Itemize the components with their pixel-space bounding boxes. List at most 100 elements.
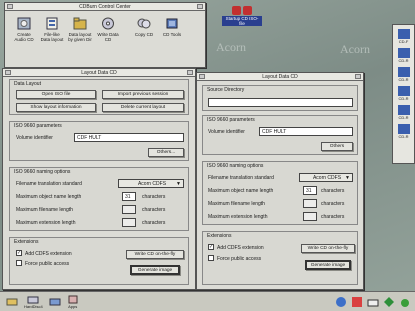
chevron-down-icon: ▼ — [345, 174, 350, 181]
extension-length-label: Maximum extension length — [208, 214, 268, 220]
characters-unit-label: characters — [142, 194, 166, 200]
filename-length-label: Maximum filename length — [208, 201, 265, 207]
tool-label: Write Data CD — [97, 32, 119, 42]
cd-drive-icon[interactable] — [397, 29, 410, 39]
extension-length-input[interactable] — [122, 218, 136, 227]
tool-cd-tools[interactable]: CD Tools — [159, 17, 185, 42]
printer-icon[interactable] — [367, 296, 379, 308]
iso-file-label: Startup CD ISO-file — [222, 16, 262, 26]
write-on-the-fly-button[interactable]: Write CD on-the-fly — [301, 244, 355, 253]
task-manager-icon[interactable] — [383, 296, 395, 308]
harddisc-icon — [27, 296, 39, 303]
force-public-label: Force public access — [25, 261, 70, 267]
iso-file-desktop-icon[interactable]: Startup CD ISO-file — [222, 6, 262, 26]
write-cd-icon — [102, 17, 114, 30]
characters-unit-label: characters — [321, 201, 345, 207]
drive-icon — [6, 298, 18, 306]
left-titlebar[interactable]: Layout Data CD — [3, 69, 195, 77]
force-public-checkbox[interactable] — [208, 255, 214, 261]
extension-length-input[interactable] — [303, 212, 317, 221]
extensions-group: Extensions ✓ Add CDFS extension Force pu… — [9, 237, 189, 285]
iconbar-drive[interactable] — [6, 297, 18, 306]
open-iso-button[interactable]: Open ISO file — [16, 90, 96, 99]
cd-drive-label: CD-R — [398, 134, 409, 139]
cd-image-icon — [232, 6, 241, 15]
tool-write-data-cd[interactable]: Write Data CD — [95, 17, 121, 42]
cd-tools-icon — [166, 18, 178, 29]
close-icon[interactable] — [197, 4, 203, 9]
close-icon[interactable] — [187, 70, 193, 75]
iconbar-apps[interactable]: Apps — [67, 295, 79, 309]
tool-copy-cd[interactable]: Copy CD — [131, 17, 157, 42]
delete-layout-button[interactable]: Delete current layout — [102, 103, 184, 112]
naming-heading: ISO 9660 naming options — [14, 169, 71, 175]
layout-data-cd-window-left: Layout Data CD Data Layout Open ISO file… — [2, 68, 196, 290]
icon-bar: HardDisc4 Apps — [0, 291, 415, 311]
cd-drive-icon[interactable] — [397, 67, 410, 77]
back-icon[interactable] — [7, 4, 13, 9]
data-layout-heading: Data Layout — [14, 81, 41, 87]
translation-select[interactable]: Acorn CDFS ▼ — [118, 179, 184, 188]
characters-unit-label: characters — [321, 214, 345, 220]
right-titlebar[interactable]: Layout Data CD — [197, 73, 363, 81]
cd-drive-icon[interactable] — [397, 86, 410, 96]
back-icon[interactable] — [5, 70, 11, 75]
force-public-checkbox[interactable] — [16, 260, 22, 266]
others-button[interactable]: Others... — [148, 148, 184, 157]
filename-length-label: Maximum filename length — [16, 207, 73, 213]
import-session-button[interactable]: Import previous session — [102, 90, 184, 99]
object-name-length-label: Maximum object name length — [208, 188, 274, 194]
toolbar-titlebar[interactable]: CDBurn Control Center — [5, 3, 205, 11]
volume-id-input[interactable]: CDF HULT — [259, 127, 353, 136]
naming-options-group: ISO 9660 naming options Filename transla… — [9, 167, 189, 231]
source-directory-input[interactable] — [208, 98, 353, 107]
write-on-the-fly-button[interactable]: Write CD on-the-fly — [126, 250, 184, 259]
chevron-down-icon: ▼ — [176, 180, 181, 187]
toolbar-tools: Create Audio CD File-like Data layout Da… — [5, 11, 205, 42]
tool-dir-layout[interactable]: Data layout by given Dir — [67, 17, 93, 42]
acorn-icon[interactable] — [399, 296, 411, 308]
cdfs-extension-checkbox[interactable]: ✓ — [16, 250, 22, 256]
generate-image-button[interactable]: Generate image — [305, 260, 351, 270]
drive-icon — [49, 298, 61, 306]
iconbar-harddisc[interactable]: HardDisc4 — [24, 295, 43, 309]
translation-value: Acorn CDFS — [312, 174, 342, 181]
iconbar-drive-2[interactable] — [49, 297, 61, 306]
extension-length-label: Maximum extension length — [16, 220, 76, 226]
cd-drive-label: CD-R — [398, 115, 409, 120]
filename-length-input[interactable] — [303, 199, 317, 208]
cd-drive-icon[interactable] — [397, 124, 410, 134]
show-layout-info-button[interactable]: Show layout information — [16, 103, 96, 112]
application-icon[interactable] — [351, 296, 363, 308]
object-name-length-input[interactable]: 31 — [303, 186, 317, 195]
tool-file-like-layout[interactable]: File-like Data layout — [39, 17, 65, 42]
translation-value: Acorn CDFS — [137, 180, 167, 187]
network-icon[interactable] — [335, 296, 347, 308]
layout-data-cd-window-right: Layout Data CD Source Directory ISO 9660… — [196, 72, 364, 290]
extensions-group-right: Extensions ✓ Add CDFS extension Force pu… — [202, 231, 358, 285]
others-button[interactable]: Others — [321, 142, 353, 151]
right-window-title: Layout Data CD — [262, 73, 298, 80]
cd-drive-icon[interactable] — [397, 105, 410, 115]
tool-create-audio-cd[interactable]: Create Audio CD — [11, 17, 37, 42]
characters-unit-label: characters — [142, 220, 166, 226]
apps-icon — [68, 295, 78, 303]
cdfs-extension-label: Add CDFS extension — [25, 251, 72, 257]
translation-label: Filename translation standard — [208, 175, 274, 181]
translation-select[interactable]: Acorn CDFS ▼ — [299, 173, 353, 182]
back-icon[interactable] — [199, 74, 205, 79]
close-icon[interactable] — [355, 74, 361, 79]
cdfs-extension-checkbox[interactable]: ✓ — [208, 244, 214, 250]
object-name-length-input[interactable]: 31 — [122, 192, 136, 201]
volume-id-input[interactable]: CDF HULT — [74, 133, 184, 142]
acorn-watermark-2: Acorn — [340, 42, 370, 56]
filename-length-input[interactable] — [122, 205, 136, 214]
generate-image-button[interactable]: Generate image — [130, 265, 180, 275]
data-layout-icon — [46, 17, 58, 30]
cdburn-toolbar-window: CDBurn Control Center Create Audio CD Fi… — [4, 2, 206, 68]
iconbar-label: HardDisc4 — [24, 303, 43, 309]
cdfs-extension-label: Add CDFS extension — [217, 245, 264, 251]
data-layout-group: Data Layout Open ISO file Import previou… — [9, 79, 189, 115]
characters-unit-label: characters — [142, 207, 166, 213]
cd-drive-icon[interactable] — [397, 48, 410, 58]
